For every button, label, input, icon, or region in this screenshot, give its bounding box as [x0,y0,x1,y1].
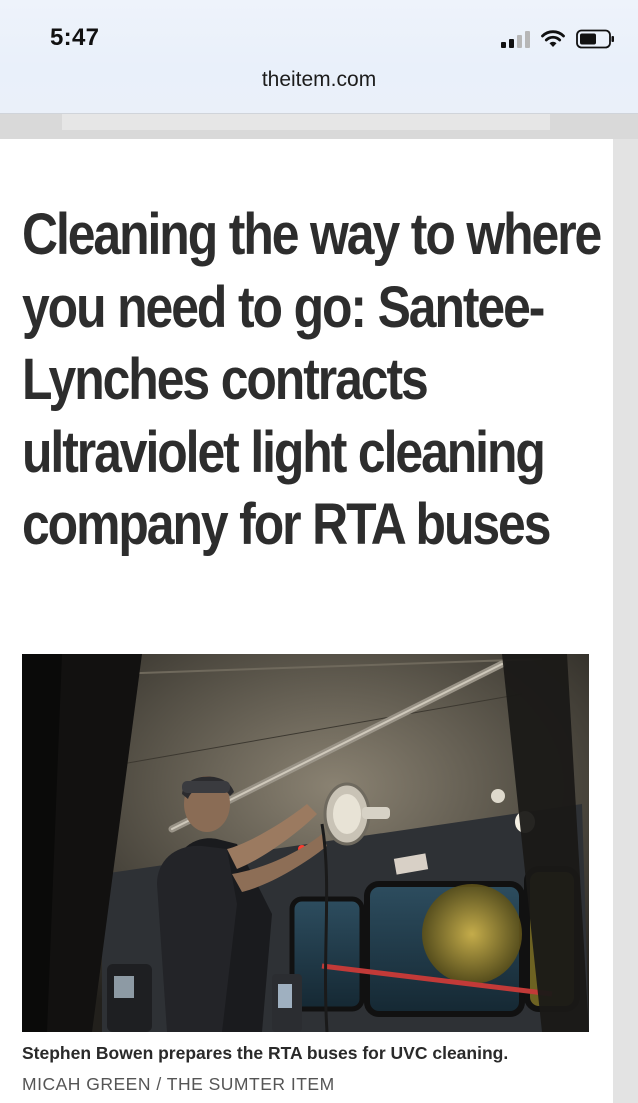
battery-icon [576,29,616,49]
right-gutter [613,139,638,1103]
photo-credit: MICAH GREEN / THE SUMTER ITEM [22,1074,335,1094]
wifi-icon [540,29,566,49]
cellular-signal-icon [501,30,530,48]
status-icons [501,26,616,52]
address-bar-url[interactable]: theitem.com [0,68,638,92]
article-photo[interactable] [22,654,589,1032]
page-top-strip [0,114,638,139]
page-top-strip-inner [62,114,550,130]
browser-top-bar: 5:47 theitem.com [0,0,638,114]
photo-caption: Stephen Bowen prepares the RTA buses for… [22,1043,509,1063]
article-headline: Cleaning the way to where you need to go… [22,202,602,557]
status-time: 5:47 [50,24,100,51]
bus-interior-photo [22,654,589,1032]
article-card: Cleaning the way to where you need to go… [0,139,613,1103]
